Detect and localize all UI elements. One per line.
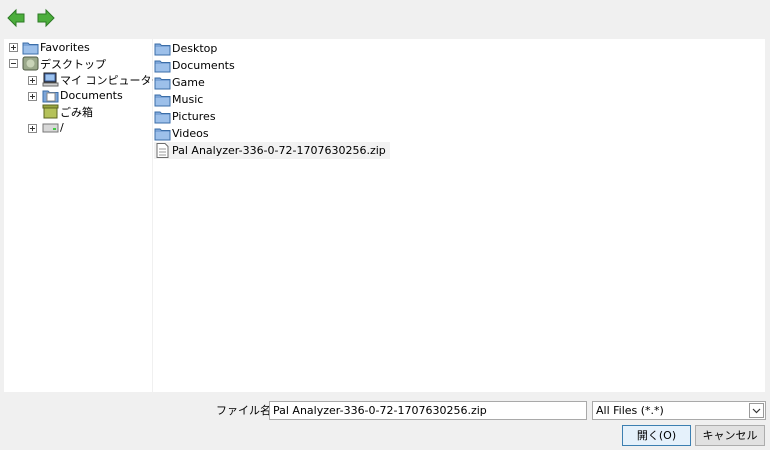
- tree-item-label: /: [60, 121, 64, 134]
- item-label: Documents: [172, 59, 235, 72]
- forward-button[interactable]: [36, 8, 56, 28]
- list-item[interactable]: Music: [154, 91, 207, 108]
- list-item[interactable]: Documents: [154, 57, 239, 74]
- expand-favorites[interactable]: [9, 43, 18, 52]
- tree-item-trash[interactable]: ごみ箱: [42, 103, 93, 120]
- folder-icon: [154, 92, 171, 107]
- arrow-left-icon: [7, 8, 25, 28]
- file-icon: [154, 143, 171, 158]
- folder-icon: [154, 109, 171, 124]
- expand-root-drive[interactable]: [28, 124, 37, 133]
- tree-item-desktop[interactable]: デスクトップ: [22, 55, 106, 72]
- folder-icon: [154, 41, 171, 56]
- tree-item-label: ごみ箱: [60, 105, 93, 119]
- expand-documents[interactable]: [28, 92, 37, 101]
- filename-input[interactable]: Pal Analyzer-336-0-72-1707630256.zip: [269, 401, 587, 420]
- list-item[interactable]: Videos: [154, 125, 213, 142]
- list-item[interactable]: Pictures: [154, 108, 220, 125]
- tree-item-label: Favorites: [40, 41, 90, 54]
- item-label: Videos: [172, 127, 209, 140]
- folder-tree[interactable]: Favorites デスクトップ マイ コンピューター Documents ごみ…: [4, 39, 163, 392]
- tree-item-favorites[interactable]: Favorites: [22, 39, 90, 56]
- tree-item-label: マイ コンピューター: [60, 73, 163, 87]
- item-label: Pal Analyzer-336-0-72-1707630256.zip: [172, 144, 386, 157]
- open-button[interactable]: 開く(O): [622, 425, 691, 446]
- item-label: Music: [172, 93, 204, 106]
- folder-icon: [154, 126, 171, 141]
- tree-item-root-drive[interactable]: /: [42, 119, 64, 136]
- filename-label: ファイル名:: [216, 404, 275, 417]
- file-type-select[interactable]: All Files (*.*): [592, 401, 766, 420]
- item-label: Game: [172, 76, 205, 89]
- drive-icon: [42, 120, 59, 135]
- file-list[interactable]: Desktop Documents Game Music Pictures Vi…: [153, 39, 765, 392]
- toolbar: [0, 0, 770, 36]
- item-label: Pictures: [172, 110, 216, 123]
- arrow-right-icon: [37, 8, 55, 28]
- item-label: Desktop: [172, 42, 218, 55]
- computer-icon: [42, 72, 59, 87]
- chevron-down-icon[interactable]: [749, 403, 764, 418]
- cancel-button[interactable]: キャンセル: [695, 425, 765, 446]
- tree-item-label: Documents: [60, 89, 123, 102]
- list-item[interactable]: Game: [154, 74, 209, 91]
- expand-my-computer[interactable]: [28, 76, 37, 85]
- documents-icon: [42, 88, 59, 103]
- tree-item-label: デスクトップ: [40, 57, 106, 71]
- file-type-value: All Files (*.*): [596, 404, 664, 417]
- list-item-selected[interactable]: Pal Analyzer-336-0-72-1707630256.zip: [154, 142, 390, 159]
- back-button[interactable]: [6, 8, 26, 28]
- tree-item-my-computer[interactable]: マイ コンピューター: [42, 71, 163, 88]
- trash-icon: [42, 104, 59, 119]
- folder-icon: [154, 58, 171, 73]
- folder-icon: [154, 75, 171, 90]
- collapse-desktop[interactable]: [9, 59, 18, 68]
- tree-item-documents[interactable]: Documents: [42, 87, 123, 104]
- folder-icon: [22, 40, 39, 55]
- list-item[interactable]: Desktop: [154, 40, 221, 57]
- desktop-icon: [22, 56, 39, 71]
